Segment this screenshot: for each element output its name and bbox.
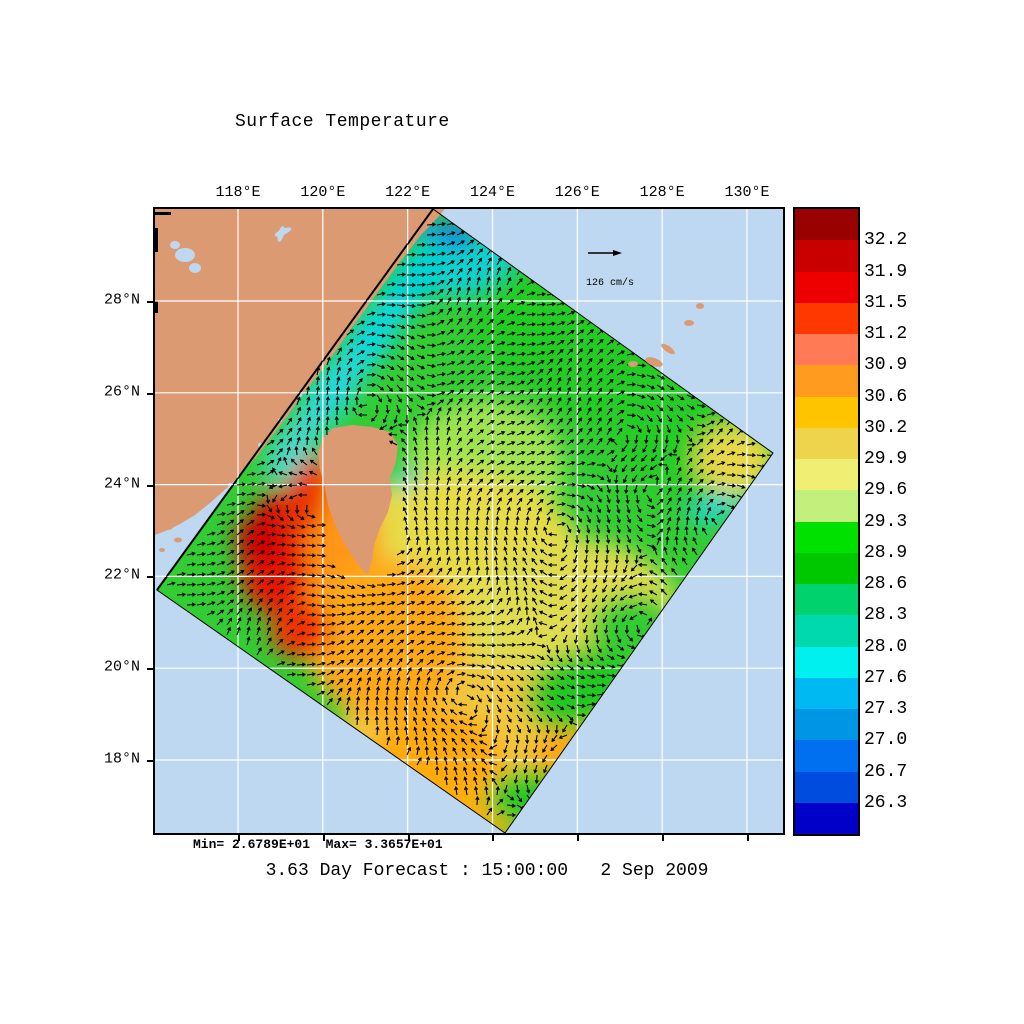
y-axis-label: 18°N [88, 751, 140, 768]
colorbar-tick-label: 27.3 [864, 699, 907, 719]
colorbar-band [795, 397, 858, 428]
colorbar-tick-label: 28.0 [864, 637, 907, 657]
colorbar-band [795, 365, 858, 396]
colorbar-tick-label: 32.2 [864, 230, 907, 250]
colorbar-band [795, 678, 858, 709]
colorbar-tick-label: 28.3 [864, 605, 907, 625]
colorbar-band [795, 209, 858, 240]
colorbar-tick-label: 29.9 [864, 449, 907, 469]
sst-map [155, 209, 783, 833]
colorbar-band [795, 709, 858, 740]
x-axis-label: 120°E [300, 184, 345, 201]
colorbar-bands [795, 209, 858, 834]
colorbar-band [795, 334, 858, 365]
y-axis-label: 24°N [88, 475, 140, 492]
figure-title: Surface Temperature [235, 112, 450, 132]
x-axis-tick [662, 835, 664, 841]
x-axis-label: 122°E [385, 184, 430, 201]
minmax-stats: Min= 2.6789E+01 Max= 3.3657E+01 [193, 837, 443, 852]
colorbar-tick-label: 27.0 [864, 730, 907, 750]
colorbar-band [795, 647, 858, 678]
colorbar-tick-label: 26.7 [864, 762, 907, 782]
colorbar-tick-label: 29.3 [864, 512, 907, 532]
colorbar-tick-label: 30.6 [864, 387, 907, 407]
x-axis-label: 130°E [724, 184, 769, 201]
colorbar [793, 207, 860, 836]
forecast-caption: 3.63 Day Forecast : 15:00:00 2 Sep 2009 [266, 861, 709, 881]
map-plot-area: 126 cm/s [153, 207, 785, 835]
colorbar-tick-label: 27.6 [864, 668, 907, 688]
y-axis-label: 26°N [88, 383, 140, 400]
colorbar-tick-label: 26.3 [864, 793, 907, 813]
colorbar-tick-label: 28.9 [864, 543, 907, 563]
colorbar-band [795, 272, 858, 303]
x-axis-label: 126°E [555, 184, 600, 201]
colorbar-band [795, 459, 858, 490]
colorbar-tick-label: 30.9 [864, 355, 907, 375]
colorbar-band [795, 303, 858, 334]
colorbar-tick-label: 31.9 [864, 262, 907, 282]
x-axis-label: 128°E [640, 184, 685, 201]
colorbar-band [795, 553, 858, 584]
x-axis-label: 118°E [215, 184, 260, 201]
colorbar-band [795, 584, 858, 615]
y-axis-label: 20°N [88, 659, 140, 676]
colorbar-tick-label: 28.6 [864, 574, 907, 594]
vector-scale-arrow [588, 250, 622, 256]
colorbar-band [795, 490, 858, 521]
x-axis-label: 124°E [470, 184, 515, 201]
colorbar-band [795, 772, 858, 803]
colorbar-band [795, 803, 858, 834]
colorbar-tick-label: 30.2 [864, 418, 907, 438]
x-axis-tick [577, 835, 579, 841]
colorbar-band [795, 615, 858, 646]
colorbar-band [795, 740, 858, 771]
y-axis-label: 28°N [88, 292, 140, 309]
x-axis-tick [492, 835, 494, 841]
colorbar-tick-label: 29.6 [864, 480, 907, 500]
colorbar-band [795, 522, 858, 553]
figure-canvas: Surface Temperature 118°E 120°E 122°E 124°E… [0, 0, 1024, 1024]
colorbar-tick-label: 31.5 [864, 293, 907, 313]
vector-scale-label: 126 cm/s [586, 278, 634, 289]
x-axis-tick [747, 835, 749, 841]
colorbar-band [795, 428, 858, 459]
colorbar-tick-label: 31.2 [864, 324, 907, 344]
colorbar-band [795, 240, 858, 271]
y-axis-label: 22°N [88, 567, 140, 584]
